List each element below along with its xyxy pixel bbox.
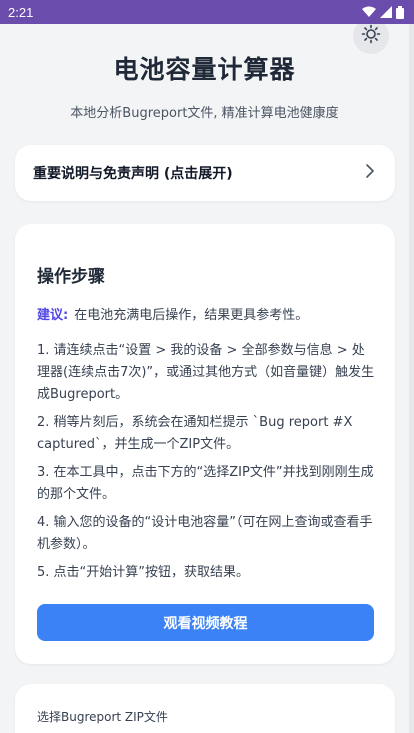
sun-icon xyxy=(361,24,381,48)
app-page: 电池容量计算器 本地分析Bugreport文件, 精准计算电池健康度 重要说明与… xyxy=(0,24,409,733)
step-item: 3. 在本工具中，点击下方的“选择ZIP文件”并找到刚刚生成的那个文件。 xyxy=(37,465,374,502)
tip-line: 建议: 在电池充满电后操作，结果更具参考性。 xyxy=(37,304,377,323)
status-bar: 2:21 xyxy=(0,0,414,24)
watch-video-button[interactable]: 观看视频教程 xyxy=(37,604,374,641)
zip-upload-card: 选择Bugreport ZIP文件 xyxy=(15,684,395,733)
step-item: 5. 点击“开始计算”按钮，获取结果。 xyxy=(37,565,250,580)
chevron-right-icon xyxy=(365,163,375,183)
page-title: 电池容量计算器 xyxy=(113,55,296,84)
step-item: 1. 请连续点击“设置 > 我的设备 > 全部参数与信息 > 处理器(连续点击7… xyxy=(37,343,375,402)
steps-card: 操作步骤 建议: 在电池充满电后操作，结果更具参考性。 1. 请连续点击“设置 >… xyxy=(15,224,395,664)
disclaimer-toggle[interactable]: 重要说明与免责声明 (点击展开) xyxy=(15,145,395,201)
steps-list: 1. 请连续点击“设置 > 我的设备 > 全部参数与信息 > 处理器(连续点击7… xyxy=(37,340,377,590)
page-subtitle: 本地分析Bugreport文件, 精准计算电池健康度 xyxy=(70,106,339,121)
tip-text: 在电池充满电后操作，结果更具参考性。 xyxy=(74,308,309,323)
steps-title: 操作步骤 xyxy=(37,267,105,287)
battery-icon xyxy=(396,5,404,19)
step-item: 2. 稍等片刻后，系统会在通知栏提示 `Bug report #X captur… xyxy=(37,415,353,452)
status-icons xyxy=(362,5,404,19)
step-item: 4. 输入您的设备的“设计电池容量”（可在网上查询或查看手机参数）。 xyxy=(37,515,373,552)
status-time: 2:21 xyxy=(8,4,34,20)
wifi-icon xyxy=(362,6,376,18)
disclaimer-label: 重要说明与免责声明 (点击展开) xyxy=(33,166,233,182)
zip-file-label: 选择Bugreport ZIP文件 xyxy=(37,710,168,724)
scroll-strip xyxy=(409,24,414,733)
signal-icon xyxy=(380,6,392,18)
tip-label: 建议: xyxy=(37,308,69,323)
